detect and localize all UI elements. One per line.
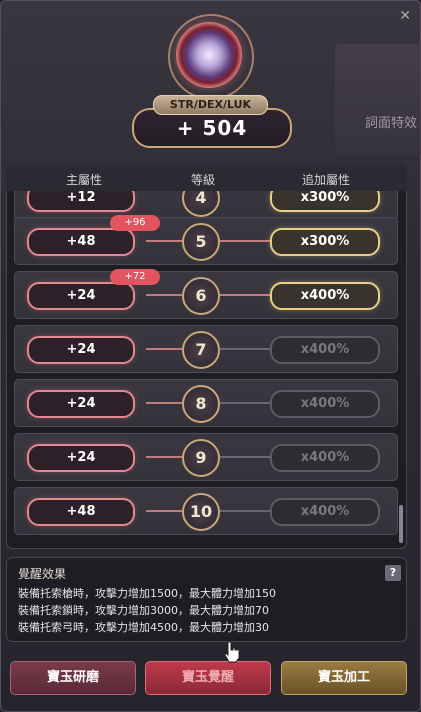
close-icon[interactable]: ✕ (399, 8, 411, 24)
bonus-multiplier: x400% (270, 282, 380, 310)
jewel-awakening-window: 詞面特效 ✕ + 504 STR/DEX/LUK 主屬性 等級 追加屬性 +12… (0, 0, 421, 712)
hand-cursor-icon (224, 641, 240, 663)
awakening-effects-panel: 覺醒效果 ? 裝備托索槍時，攻擊力增加1500，最大體力增加150 裝備托索鎖時… (6, 557, 407, 642)
jewel-polish-button[interactable]: 寶玉研磨 (10, 661, 136, 695)
bonus-badge: +72 (110, 269, 160, 285)
effect-line: 裝備托索弓時，攻擊力增加4500，最大體力增加30 (18, 621, 269, 634)
main-stat-value: +48 (27, 498, 135, 526)
main-stat-value: +24 (27, 282, 135, 310)
level-badge: 7 (182, 331, 220, 369)
level-badge: 6 (182, 277, 220, 315)
level-badge: 8 (182, 385, 220, 423)
level-badge: 10 (182, 493, 220, 531)
main-stat-value: +24 (27, 390, 135, 418)
level-badge: 5 (182, 223, 220, 261)
table-row: +48 +96 5 x300% (14, 215, 398, 265)
level-badge: 9 (182, 439, 220, 477)
stat-label: STR/DEX/LUK (153, 95, 268, 115)
jewel-orb-icon (176, 22, 242, 88)
bonus-badge: +96 (110, 215, 160, 231)
bonus-multiplier-locked: x400% (270, 390, 380, 418)
table-scrollbar[interactable] (399, 505, 403, 543)
table-row: +24 +72 6 x400% (14, 269, 398, 319)
effect-line: 裝備托索槍時，攻擊力增加1500，最大體力增加150 (18, 587, 276, 600)
awakening-table: 主屬性 等級 追加屬性 +12 4 x300% 主屬性 等級 追加屬性 +48 … (6, 165, 407, 549)
help-button[interactable]: ? (385, 565, 401, 581)
table-row: +24 7 x400% (14, 325, 398, 373)
jewel-awaken-button[interactable]: 寶玉覺醒 (145, 661, 271, 695)
background-label: 詞面特效 (364, 116, 417, 131)
background-preview (335, 44, 421, 154)
table-row: +48 10 x400% (14, 487, 398, 535)
main-stat-value: +24 (27, 336, 135, 364)
jewel-process-button[interactable]: 寶玉加工 (281, 661, 407, 695)
bonus-multiplier-locked: x400% (270, 444, 380, 472)
main-stat-value: +24 (27, 444, 135, 472)
table-row: +24 8 x400% (14, 379, 398, 427)
main-stat-value: +48 (27, 228, 135, 256)
bonus-multiplier: x300% (270, 228, 380, 256)
table-row: +24 9 x400% (14, 433, 398, 481)
bonus-multiplier-locked: x400% (270, 498, 380, 526)
effects-title: 覺醒效果 (18, 567, 67, 581)
effect-line: 裝備托索鎖時，攻擊力增加3000，最大體力增加70 (18, 604, 269, 617)
bonus-multiplier-locked: x400% (270, 336, 380, 364)
